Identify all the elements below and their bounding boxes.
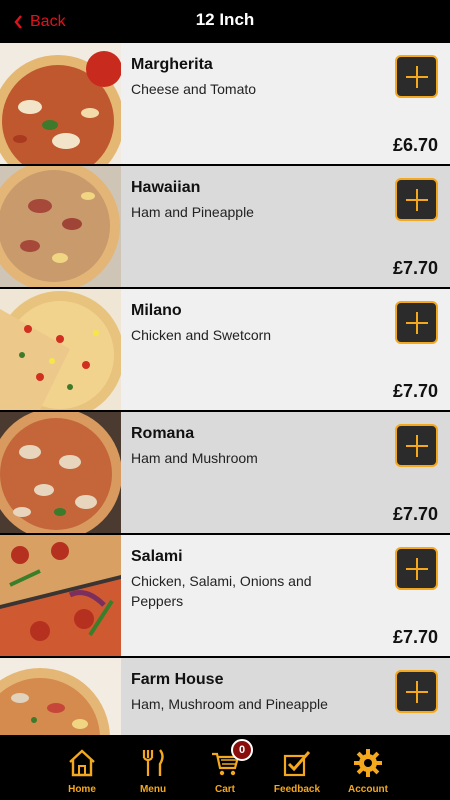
menu-item-list[interactable]: Margherita Cheese and Tomato £6.70 Hawai… [0, 43, 450, 735]
item-price: £7.70 [392, 381, 438, 401]
home-icon [69, 749, 95, 777]
plus-icon [405, 311, 428, 334]
menu-item-panel: Margherita Cheese and Tomato £6.70 [121, 43, 450, 164]
add-to-cart-button[interactable] [395, 424, 438, 467]
page-title: 12 Inch [195, 10, 255, 29]
cart-count-badge: 0 [231, 739, 253, 761]
menu-item[interactable]: Salami Chicken, Salami, Onions and Peppe… [0, 535, 450, 656]
plus-icon [405, 65, 428, 88]
add-to-cart-button[interactable] [395, 55, 438, 98]
add-to-cart-button[interactable] [395, 547, 438, 590]
tab-menu-label: Menu [139, 784, 167, 795]
add-to-cart-button[interactable] [395, 178, 438, 221]
menu-item[interactable]: Farm House Ham, Mushroom and Pineapple [0, 658, 450, 735]
item-name: Romana [131, 425, 195, 442]
tab-feedback[interactable]: Feedback [257, 735, 337, 800]
item-description: Ham, Mushroom and Pineapple [131, 696, 328, 712]
tab-menu[interactable]: Menu [113, 735, 193, 800]
tab-account[interactable]: Account [328, 735, 408, 800]
gear-icon [354, 749, 382, 777]
menu-item[interactable]: Hawaiian Ham and Pineapple £7.70 [0, 166, 450, 287]
menu-item-panel: Romana Ham and Mushroom £7.70 [121, 412, 450, 533]
item-name: Milano [131, 302, 182, 319]
pizza-image [0, 166, 121, 287]
tab-feedback-label: Feedback [273, 784, 321, 795]
plus-icon [405, 188, 428, 211]
item-name: Hawaiian [131, 179, 201, 196]
add-to-cart-button[interactable] [395, 301, 438, 344]
pizza-image [0, 43, 121, 164]
checkbox-pencil-icon [283, 751, 311, 777]
plus-icon [405, 557, 428, 580]
plus-icon [405, 434, 428, 457]
menu-item[interactable]: Milano Chicken and Swetcorn £7.70 [0, 289, 450, 410]
item-name: Salami [131, 548, 183, 565]
item-description: Ham and Pineapple [131, 204, 254, 220]
item-price: £7.70 [392, 258, 438, 278]
menu-item-panel: Hawaiian Ham and Pineapple £7.70 [121, 166, 450, 287]
menu-item[interactable]: Margherita Cheese and Tomato £6.70 [0, 43, 450, 164]
item-name: Margherita [131, 56, 213, 73]
menu-item-panel: Salami Chicken, Salami, Onions and Peppe… [121, 535, 450, 656]
item-price: £7.70 [392, 504, 438, 524]
pizza-image [0, 412, 121, 533]
item-description: Chicken and Swetcorn [131, 327, 272, 343]
tab-home-label: Home [68, 784, 96, 795]
item-name: Farm House [131, 671, 224, 688]
pizza-image [0, 289, 121, 410]
item-description: Chicken, Salami, Onions and Peppers [131, 573, 312, 609]
item-description: Cheese and Tomato [131, 81, 257, 97]
pizza-image [0, 535, 121, 656]
menu-item-panel: Farm House Ham, Mushroom and Pineapple [121, 658, 450, 735]
menu-item-panel: Milano Chicken and Swetcorn £7.70 [121, 289, 450, 410]
tab-home[interactable]: Home [42, 735, 122, 800]
item-price: £7.70 [392, 627, 438, 647]
fork-knife-icon [142, 749, 164, 776]
bottom-tab-bar: Home Menu 0 Cart Feedback Account [0, 735, 450, 800]
tab-cart[interactable]: 0 Cart [185, 735, 265, 800]
add-to-cart-button[interactable] [395, 670, 438, 713]
menu-item[interactable]: Romana Ham and Mushroom £7.70 [0, 412, 450, 533]
item-description: Ham and Mushroom [131, 450, 258, 466]
item-price: £6.70 [392, 135, 438, 155]
plus-icon [405, 680, 428, 703]
pizza-image [0, 658, 121, 735]
tab-cart-label: Cart [214, 784, 235, 795]
top-bar: Back 12 Inch [0, 0, 450, 43]
tab-account-label: Account [348, 784, 388, 795]
